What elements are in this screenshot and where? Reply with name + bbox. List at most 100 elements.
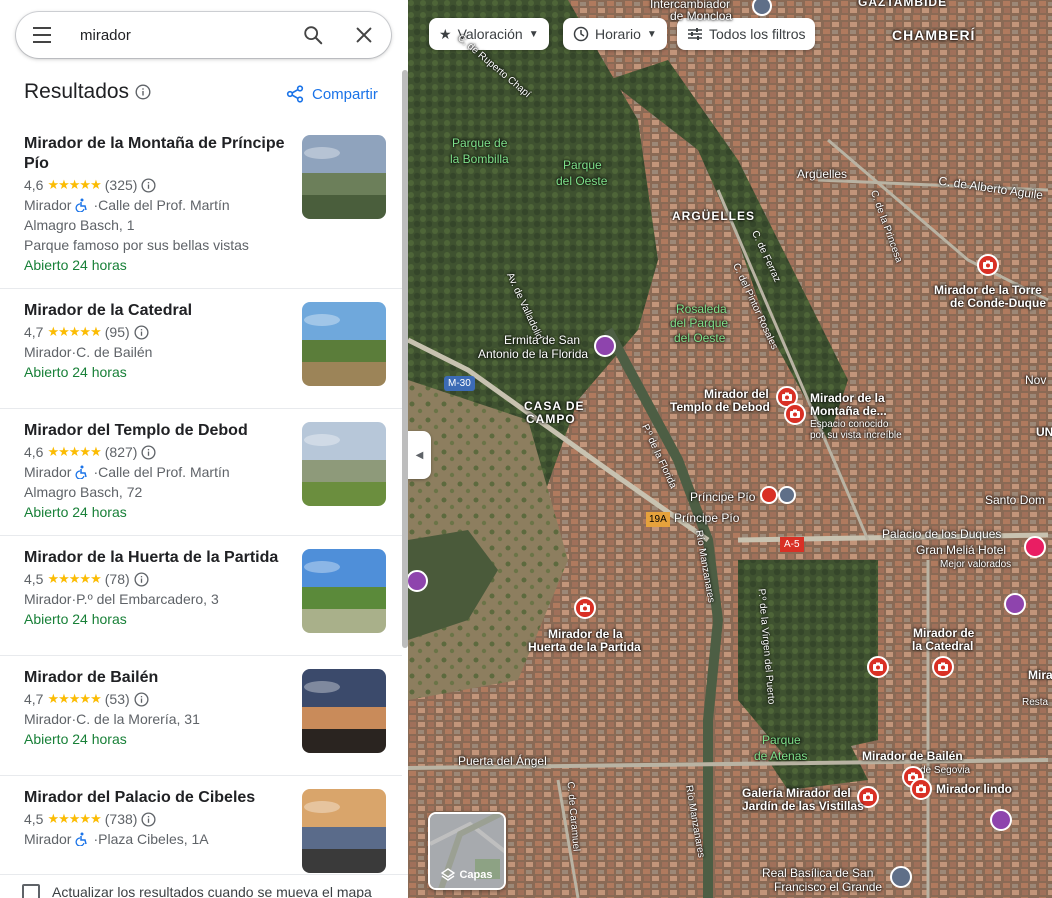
result-photo-image: [302, 669, 386, 753]
map-street-label: de Segovia: [920, 765, 971, 776]
star-rating: ★★★★★: [47, 177, 101, 192]
hours-filter-chip[interactable]: Horario ▼: [563, 18, 667, 50]
result-category-line: Mirador · Plaza Cibeles, 1A: [24, 831, 209, 847]
poi-pin-palacio[interactable]: [1004, 593, 1026, 615]
update-results-checkbox[interactable]: [22, 884, 40, 898]
map-station-label: Príncipe Pío: [674, 511, 740, 525]
result-name[interactable]: Mirador de la Huerta de la Partida: [24, 548, 288, 568]
result-category: Mirador: [24, 711, 72, 727]
map-poi-label: Mira: [1028, 668, 1052, 682]
map-poi-label: Real Basílica de San: [762, 866, 874, 880]
star-icon: ★: [439, 25, 452, 42]
poi-pin-museo[interactable]: [990, 809, 1012, 831]
map-poi-label: Gran Meliá Hotel: [916, 543, 1007, 557]
result-photo[interactable]: [302, 669, 386, 753]
result-name[interactable]: Pío: [24, 154, 288, 174]
mirador-pin-montana[interactable]: [784, 403, 806, 425]
star-rating: ★★★★★: [47, 444, 101, 459]
camera-icon: [938, 662, 948, 671]
poi-pin-ermita[interactable]: [594, 335, 616, 357]
road-shield: A-5: [780, 537, 804, 552]
result-name[interactable]: Mirador del Templo de Debod: [24, 421, 288, 441]
camera-icon: [873, 662, 883, 671]
map-view[interactable]: ★ Valoración ▼ Horario ▼ Todos los filtr…: [408, 0, 1052, 898]
result-name[interactable]: Mirador del Palacio de Cibeles: [24, 788, 288, 808]
result-item[interactable]: Mirador de la Montaña de Príncipe Pío 4,6…: [0, 122, 402, 289]
clear-search-button[interactable]: [353, 24, 375, 46]
result-item[interactable]: Mirador de la Catedral 4,7 ★★★★★ (95) Mi…: [0, 289, 402, 409]
mirador-pin-catedral-a[interactable]: [867, 656, 889, 678]
review-count: (53): [104, 691, 130, 707]
result-item[interactable]: Mirador del Templo de Debod 4,6 ★★★★★ (8…: [0, 409, 402, 536]
rating-filter-chip[interactable]: ★ Valoración ▼: [429, 18, 549, 50]
menu-button[interactable]: [33, 26, 53, 44]
layers-button[interactable]: Capas: [428, 812, 506, 890]
info-icon[interactable]: [134, 571, 149, 587]
map-poi-label: la Catedral: [912, 639, 974, 653]
mirador-pin-huerta[interactable]: [574, 597, 596, 619]
hotel-pin[interactable]: [1024, 536, 1046, 558]
map-poi-label: UN: [1036, 425, 1052, 439]
map-poi-label: Palacio de los Duques: [882, 527, 1002, 541]
result-name[interactable]: Mirador de la Catedral: [24, 301, 288, 321]
result-category-line: Mirador · C. de Bailén: [24, 344, 153, 360]
info-icon[interactable]: [135, 84, 151, 100]
road-shield: M-30: [444, 376, 475, 391]
collapse-panel-button[interactable]: ◀: [408, 431, 431, 479]
wheelchair-icon: [75, 465, 88, 479]
mirador-pin-conde-duque[interactable]: [977, 254, 999, 276]
map-poi-label: Antonio de la Florida: [478, 347, 589, 361]
map-station-label: Príncipe Pío: [690, 490, 756, 504]
mirador-pin-lindo[interactable]: [910, 778, 932, 800]
result-hours: Abierto 24 horas: [24, 257, 127, 273]
info-icon[interactable]: [141, 444, 156, 460]
map-poi-label: Resta: [1022, 697, 1049, 708]
result-category-line: Mirador · Calle del Prof. Martín: [24, 197, 230, 213]
result-category: Mirador: [24, 344, 72, 360]
result-item[interactable]: Mirador de la Huerta de la Partida 4,5 ★…: [0, 536, 402, 656]
mirador-pin-catedral-b[interactable]: [932, 656, 954, 678]
train-pin[interactable]: [778, 486, 796, 504]
rating-value: 4,6: [24, 444, 44, 460]
result-rating-row: 4,5 ★★★★★ (738): [24, 809, 156, 829]
wheelchair-icon: [75, 198, 88, 212]
result-photo[interactable]: [302, 549, 386, 633]
result-photo[interactable]: [302, 789, 386, 873]
camera-icon: [782, 392, 792, 401]
result-item[interactable]: Mirador del Palacio de Cibeles 4,5 ★★★★★…: [0, 776, 402, 874]
review-count: (325): [104, 177, 138, 193]
map-poi-label: Mirador de Bailén: [862, 749, 963, 763]
result-address: C. de la Morería, 31: [76, 711, 200, 727]
map-poi-label: Ermita de San: [504, 333, 581, 347]
share-label: Compartir: [312, 85, 378, 103]
info-icon[interactable]: [134, 324, 149, 340]
result-photo[interactable]: [302, 422, 386, 506]
result-name[interactable]: Mirador de Bailén: [24, 668, 288, 688]
rating-value: 4,6: [24, 177, 44, 193]
metro-pin[interactable]: [760, 486, 778, 504]
update-results-label: Actualizar los resultados cuando se muev…: [52, 884, 372, 898]
result-photo[interactable]: [302, 302, 386, 386]
result-photo[interactable]: [302, 135, 386, 219]
share-button[interactable]: Compartir: [286, 85, 378, 103]
map-poi-label: Mirador lindo: [936, 782, 1012, 796]
info-icon[interactable]: [134, 691, 149, 707]
info-icon[interactable]: [141, 177, 156, 193]
star-rating: ★★★★★: [47, 691, 101, 706]
map-park-label: del Oeste: [674, 331, 726, 345]
church-pin[interactable]: [890, 866, 912, 888]
result-category: Mirador: [24, 464, 72, 480]
result-name[interactable]: Mirador de la Montaña de Príncipe: [24, 134, 288, 154]
layers-label: Capas: [459, 869, 493, 881]
result-rating-row: 4,7 ★★★★★ (95): [24, 322, 149, 342]
info-icon[interactable]: [141, 811, 156, 827]
menu-icon-bar: [33, 41, 51, 43]
filter-sliders-icon: [688, 28, 702, 40]
wheelchair-icon: [75, 832, 88, 846]
rating-value: 4,7: [24, 324, 44, 340]
result-item[interactable]: Mirador de Bailén 4,7 ★★★★★ (53) Mirador…: [0, 656, 402, 776]
search-button[interactable]: [302, 24, 324, 46]
search-input[interactable]: [80, 24, 280, 46]
camera-icon: [983, 260, 993, 269]
result-photo-image: [302, 302, 386, 386]
